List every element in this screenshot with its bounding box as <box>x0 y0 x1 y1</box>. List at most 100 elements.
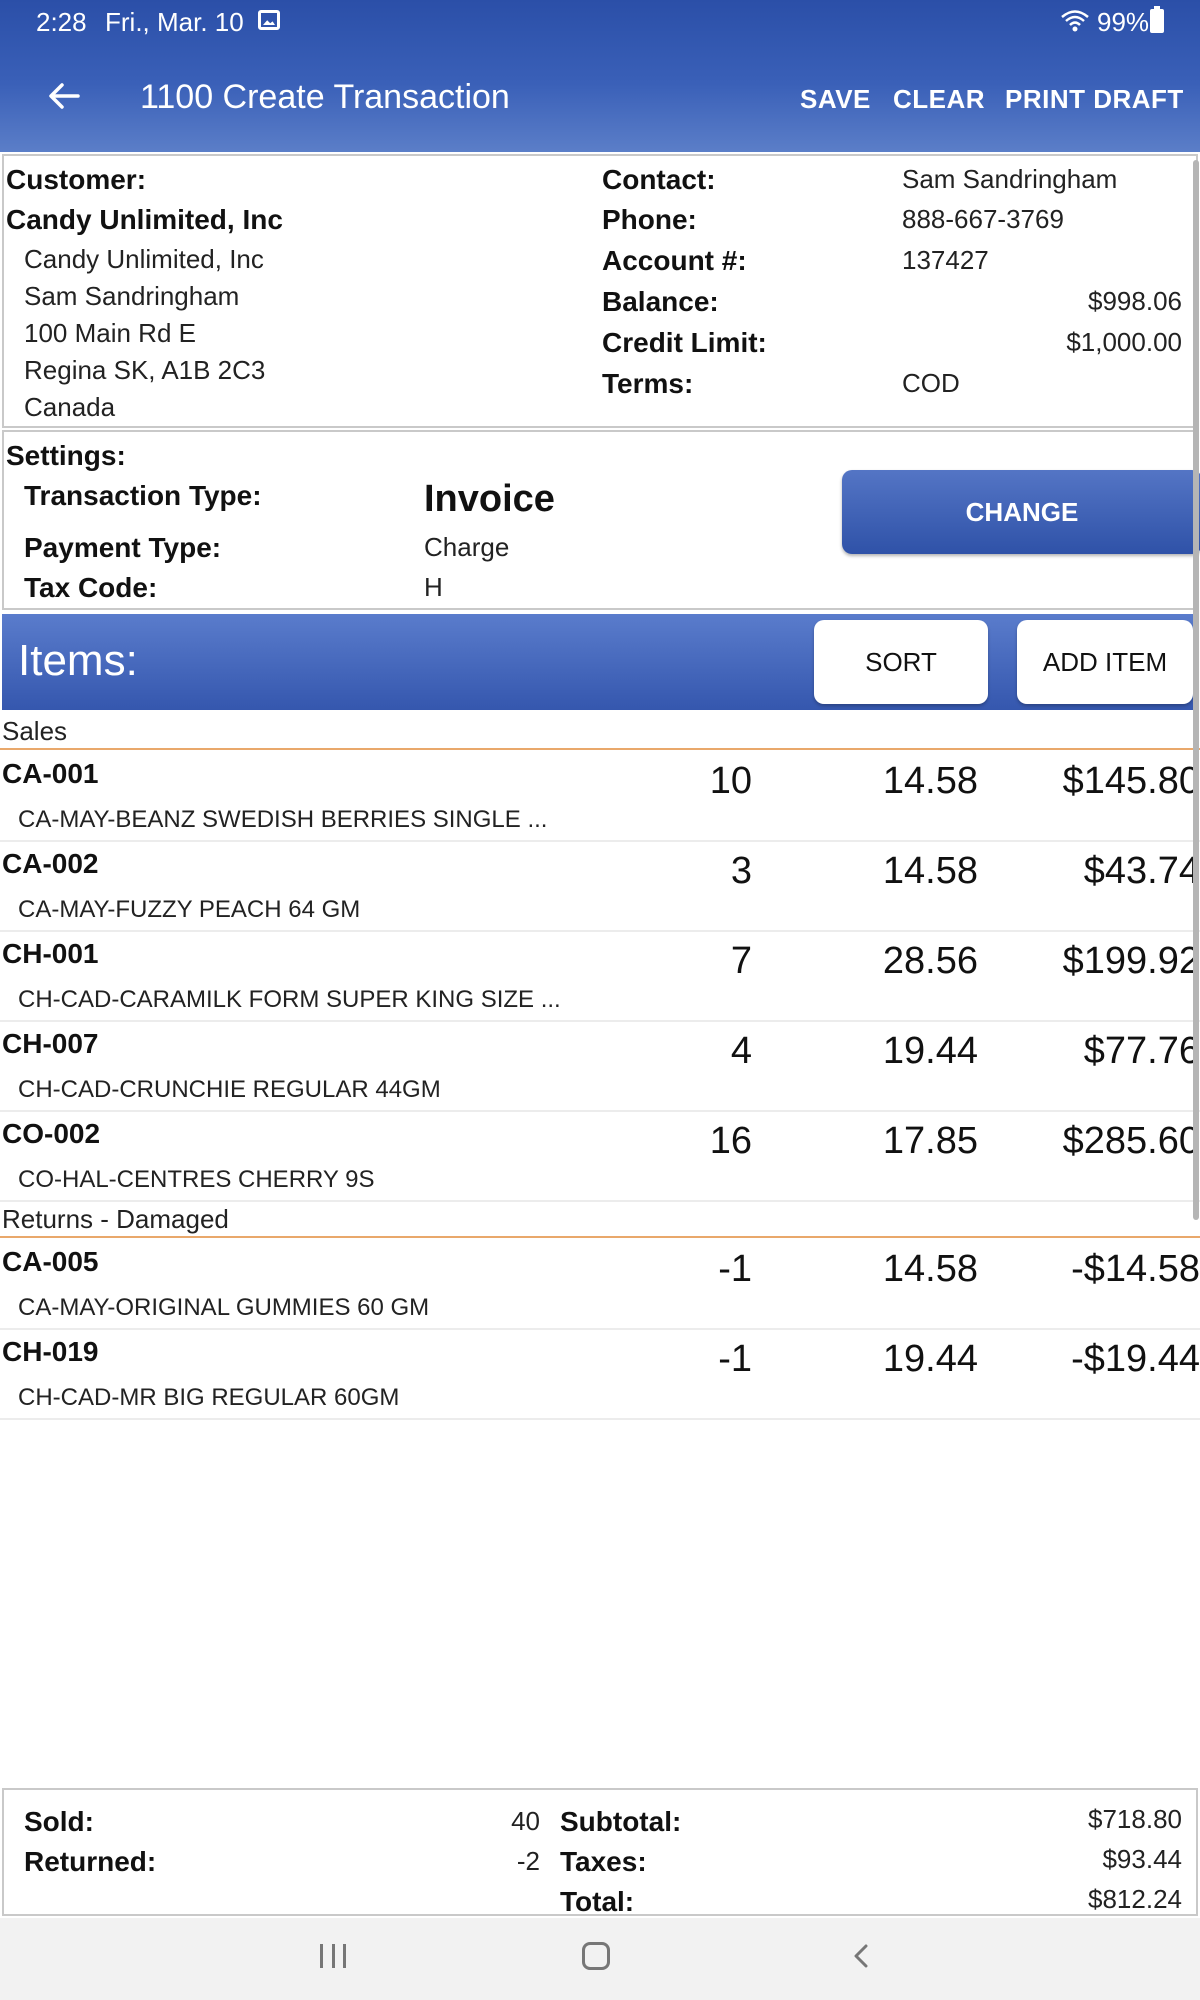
item-quantity: -1 <box>718 1338 752 1380</box>
taxes-label: Taxes: <box>560 1846 647 1877</box>
item-quantity: 4 <box>730 1030 752 1072</box>
phone-label: Phone: <box>602 204 697 235</box>
total-label: Total: <box>560 1886 635 1917</box>
items-header: Items: SORT ADD ITEM <box>2 614 1198 710</box>
sort-button[interactable]: SORT <box>814 620 988 704</box>
save-button[interactable]: SAVE <box>800 84 871 115</box>
item-quantity: 7 <box>730 940 752 982</box>
items-title: Items: <box>18 636 138 685</box>
section-title-returns: Returns - Damaged <box>0 1202 1200 1238</box>
item-price: 17.85 <box>882 1120 978 1162</box>
phone-value: 888-667-3769 <box>902 204 1064 234</box>
address-line: Regina SK, A1B 2C3 <box>24 355 266 385</box>
item-quantity: 10 <box>709 760 752 802</box>
terms-label: Terms: <box>602 368 694 399</box>
item-row[interactable]: CH-019 CH-CAD-MR BIG REGULAR 60GM -1 19.… <box>0 1330 1200 1420</box>
total-value: $812.24 <box>1088 1884 1182 1914</box>
item-amount: $145.80 <box>1062 760 1200 802</box>
item-description: CA-MAY-BEANZ SWEDISH BERRIES SINGLE ... <box>18 806 548 833</box>
address-line: 100 Main Rd E <box>24 318 196 348</box>
battery-icon <box>1150 6 1164 33</box>
page-title: 1100 Create Transaction <box>140 78 510 116</box>
recent-apps-icon[interactable] <box>320 1944 346 1968</box>
gallery-notification-icon <box>258 10 280 30</box>
transaction-type-label: Transaction Type: <box>24 480 262 511</box>
address-line: Canada <box>24 392 116 422</box>
returned-value: -2 <box>516 1846 540 1876</box>
payment-type-value: Charge <box>424 532 510 562</box>
status-time: 2:28 <box>36 7 87 37</box>
account-label: Account #: <box>602 245 747 276</box>
back-icon[interactable] <box>850 1944 874 1968</box>
item-description: CH-CAD-CRUNCHIE REGULAR 44GM <box>18 1076 441 1103</box>
customer-label: Customer: <box>6 164 147 195</box>
item-quantity: -1 <box>718 1248 752 1290</box>
item-code: CH-019 <box>2 1336 99 1367</box>
returned-label: Returned: <box>24 1846 157 1877</box>
battery-percent: 99% <box>1097 7 1150 37</box>
sold-label: Sold: <box>24 1806 94 1837</box>
item-row[interactable]: CA-002 CA-MAY-FUZZY PEACH 64 GM 3 14.58 … <box>0 842 1200 932</box>
item-row[interactable]: CO-002 CO-HAL-CENTRES CHERRY 9S 16 17.85… <box>0 1112 1200 1202</box>
totals-panel: Sold: 40 Returned: -2 Subtotal: $718.80 … <box>2 1788 1198 1917</box>
print-draft-button[interactable]: PRINT DRAFT <box>1005 84 1184 115</box>
item-code: CA-002 <box>2 848 99 879</box>
item-price: 19.44 <box>882 1030 978 1072</box>
item-amount: -$14.58 <box>1071 1248 1200 1290</box>
status-date: Fri., Mar. 10 <box>105 7 244 37</box>
transaction-type-value: Invoice <box>424 478 555 520</box>
item-quantity: 16 <box>709 1120 752 1162</box>
item-price: 14.58 <box>882 850 978 892</box>
credit-limit-label: Credit Limit: <box>602 327 767 358</box>
customer-panel: Customer: Candy Unlimited, Inc Candy Unl… <box>2 154 1198 428</box>
subtotal-label: Subtotal: <box>560 1806 682 1837</box>
balance-label: Balance: <box>602 286 719 317</box>
address-line: Sam Sandringham <box>24 281 240 311</box>
clear-button[interactable]: CLEAR <box>893 84 985 115</box>
item-row[interactable]: CH-007 CH-CAD-CRUNCHIE REGULAR 44GM 4 19… <box>0 1022 1200 1112</box>
back-arrow-icon[interactable] <box>40 72 88 120</box>
wifi-icon <box>1061 10 1089 32</box>
taxes-value: $93.44 <box>1102 1844 1182 1874</box>
status-bar: 2:28 Fri., Mar. 10 99% <box>0 0 1200 44</box>
item-code: CH-001 <box>2 938 99 969</box>
settings-panel: Settings: Transaction Type: Invoice Paym… <box>2 430 1200 610</box>
terms-value: COD <box>902 368 960 398</box>
settings-label: Settings: <box>6 440 126 471</box>
item-description: CA-MAY-FUZZY PEACH 64 GM <box>18 896 361 923</box>
item-price: 28.56 <box>882 940 978 982</box>
top-bar: 2:28 Fri., Mar. 10 99% 1100 Create Trans… <box>0 0 1200 152</box>
system-nav-bar <box>0 1918 1200 2000</box>
item-price: 19.44 <box>882 1338 978 1380</box>
tax-code-value: H <box>424 572 443 602</box>
item-code: CH-007 <box>2 1028 99 1059</box>
item-row[interactable]: CA-001 CA-MAY-BEANZ SWEDISH BERRIES SING… <box>0 752 1200 842</box>
contact-value: Sam Sandringham <box>902 164 1118 194</box>
item-amount: -$19.44 <box>1071 1338 1200 1380</box>
change-settings-button[interactable]: CHANGE <box>842 470 1200 554</box>
item-code: CO-002 <box>2 1118 101 1149</box>
customer-name: Candy Unlimited, Inc <box>6 204 283 235</box>
payment-type-label: Payment Type: <box>24 532 222 563</box>
item-description: CO-HAL-CENTRES CHERRY 9S <box>18 1166 375 1193</box>
item-description: CH-CAD-CARAMILK FORM SUPER KING SIZE ... <box>18 986 561 1013</box>
credit-limit-value: $1,000.00 <box>1066 327 1182 357</box>
subtotal-value: $718.80 <box>1088 1804 1182 1834</box>
item-row[interactable]: CH-001 CH-CAD-CARAMILK FORM SUPER KING S… <box>0 932 1200 1022</box>
item-amount: $43.74 <box>1083 850 1200 892</box>
balance-value: $998.06 <box>1088 286 1182 316</box>
account-value: 137427 <box>902 245 989 275</box>
app-bar: 1100 Create Transaction SAVE CLEAR PRINT… <box>0 56 1200 140</box>
item-code: CA-001 <box>2 758 99 789</box>
contact-label: Contact: <box>602 164 716 195</box>
item-amount: $285.60 <box>1062 1120 1200 1162</box>
item-description: CA-MAY-ORIGINAL GUMMIES 60 GM <box>18 1294 430 1321</box>
item-price: 14.58 <box>882 760 978 802</box>
add-item-button[interactable]: ADD ITEM <box>1017 620 1193 704</box>
item-price: 14.58 <box>882 1248 978 1290</box>
sold-value: 40 <box>511 1806 540 1836</box>
item-amount: $199.92 <box>1062 940 1200 982</box>
home-icon[interactable] <box>582 1942 610 1970</box>
item-row[interactable]: CA-005 CA-MAY-ORIGINAL GUMMIES 60 GM -1 … <box>0 1240 1200 1330</box>
scrollbar[interactable] <box>1193 160 1199 1220</box>
